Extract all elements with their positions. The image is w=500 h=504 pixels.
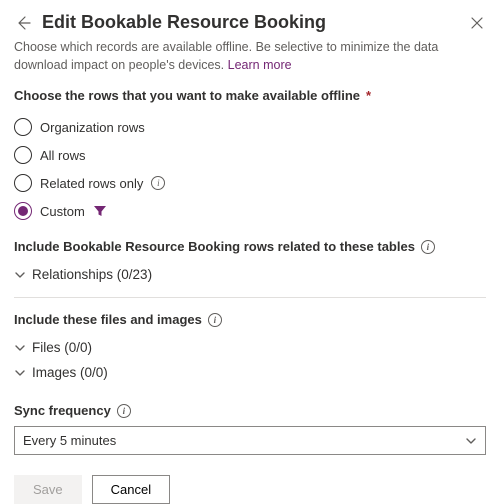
chevron-down-icon <box>14 367 26 379</box>
radio-custom[interactable]: Custom <box>14 197 486 225</box>
radio-all-rows[interactable]: All rows <box>14 141 486 169</box>
intro-text: Choose which records are available offli… <box>14 39 486 74</box>
arrow-left-icon <box>15 15 31 31</box>
radio-label: Organization rows <box>40 120 145 135</box>
relationships-label: Relationships (0/23) <box>32 267 152 282</box>
radio-icon <box>14 202 32 220</box>
files-section-label: Include these files and images i <box>14 312 486 327</box>
required-asterisk: * <box>366 88 371 103</box>
sync-frequency-select[interactable]: Every 5 minutes <box>14 426 486 455</box>
include-related-label: Include Bookable Resource Booking rows r… <box>14 239 486 254</box>
radio-icon <box>14 146 32 164</box>
info-icon[interactable]: i <box>117 404 131 418</box>
sync-frequency-text: Sync frequency <box>14 403 111 418</box>
info-icon[interactable]: i <box>151 176 165 190</box>
filter-icon[interactable] <box>93 204 107 218</box>
sync-frequency-value: Every 5 minutes <box>23 433 116 448</box>
radio-related-rows-only[interactable]: Related rows only i <box>14 169 486 197</box>
info-icon[interactable]: i <box>421 240 435 254</box>
images-label: Images (0/0) <box>32 365 108 380</box>
learn-more-link[interactable]: Learn more <box>228 58 292 72</box>
chevron-down-icon <box>14 342 26 354</box>
intro-body: Choose which records are available offli… <box>14 40 438 72</box>
divider <box>14 297 486 298</box>
radio-label: All rows <box>40 148 86 163</box>
rows-radio-group: Organization rows All rows Related rows … <box>14 113 486 225</box>
chevron-down-icon <box>14 269 26 281</box>
back-button[interactable] <box>14 14 32 32</box>
info-icon[interactable]: i <box>208 313 222 327</box>
close-button[interactable] <box>468 14 486 32</box>
radio-label: Custom <box>40 204 85 219</box>
files-label: Files (0/0) <box>32 340 92 355</box>
include-related-text: Include Bookable Resource Booking rows r… <box>14 239 415 254</box>
radio-label: Related rows only <box>40 176 143 191</box>
radio-icon <box>14 174 32 192</box>
radio-organization-rows[interactable]: Organization rows <box>14 113 486 141</box>
relationships-expander[interactable]: Relationships (0/23) <box>14 262 486 287</box>
rows-section-label: Choose the rows that you want to make av… <box>14 88 486 103</box>
radio-icon <box>14 118 32 136</box>
sync-frequency-label: Sync frequency i <box>14 403 486 418</box>
close-icon <box>470 16 484 30</box>
dialog-title: Edit Bookable Resource Booking <box>42 12 326 33</box>
images-expander[interactable]: Images (0/0) <box>14 360 486 385</box>
files-section-text: Include these files and images <box>14 312 202 327</box>
chevron-down-icon <box>465 435 477 447</box>
rows-section-text: Choose the rows that you want to make av… <box>14 88 360 103</box>
files-expander[interactable]: Files (0/0) <box>14 335 486 360</box>
